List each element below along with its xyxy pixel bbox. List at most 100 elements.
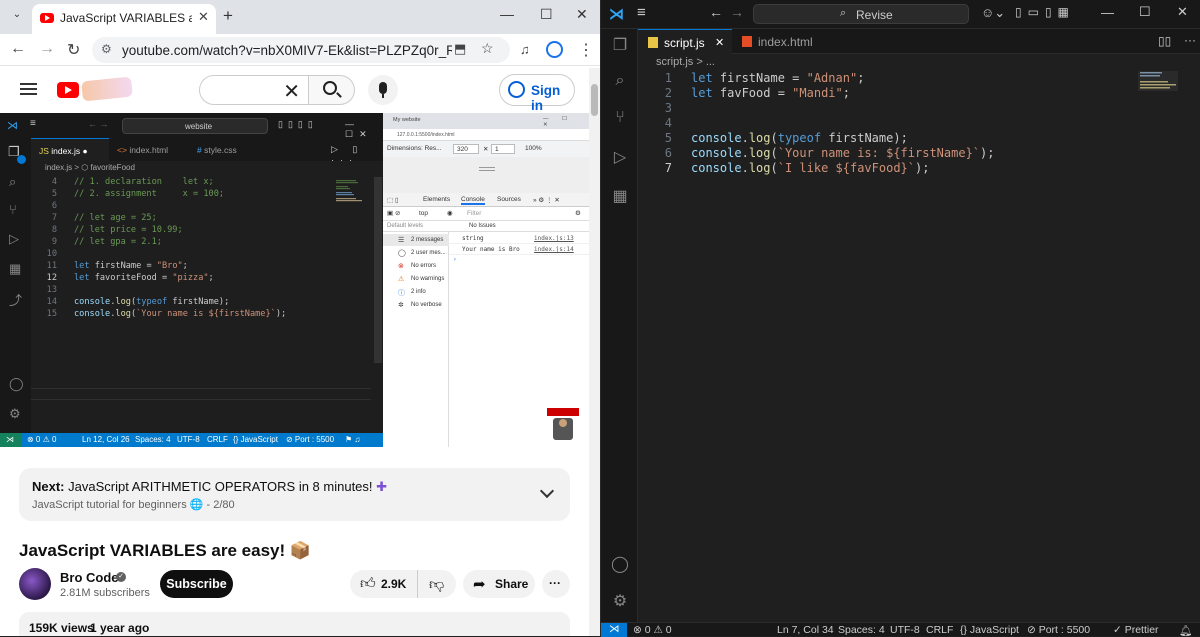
address-bar[interactable]: ⚙ youtube.com/watch?v=nbX0MIV7-Ek&list=P… (92, 37, 510, 63)
inner-chrome-address: 127.0.0.1:5500/index.html (383, 129, 589, 141)
youtube-logo[interactable] (57, 82, 79, 98)
inner-activity-bar: ❐ ⌕ ⑂ ▷ ▦ ⤴ ◯ ⚙ (0, 138, 31, 433)
inner-debug-icon: ▷ (9, 231, 19, 246)
nav-forward-icon[interactable]: → (730, 4, 744, 20)
maximize-icon[interactable]: ☐ (540, 6, 553, 23)
status-port[interactable]: ⊘ Port : 5500 (1027, 624, 1090, 636)
menu-icon[interactable]: ≡ (637, 4, 646, 21)
tab-label: script.js (664, 36, 705, 50)
back-icon[interactable]: ← (10, 40, 26, 58)
like-button[interactable]: 👍︎ 2.9K (350, 570, 418, 598)
menu-kebab-icon[interactable]: ⋮ (578, 40, 594, 60)
inner-vscode-logo-icon: ⋊ (7, 120, 18, 132)
media-controls-icon[interactable]: ♫ (520, 42, 530, 57)
status-eol[interactable]: CRLF (926, 624, 953, 636)
subscriber-count: 2.81M subscribers (60, 587, 150, 599)
sign-in-button[interactable]: Sign in (499, 74, 575, 113)
bookmark-star-icon[interactable]: ☆ (481, 40, 494, 57)
gear-icon[interactable]: ⚙ (610, 591, 630, 611)
explorer-icon[interactable]: ❐ (610, 35, 630, 55)
site-info-icon[interactable]: ⚙ (101, 42, 112, 56)
forward-icon[interactable]: → (39, 40, 55, 58)
search-button[interactable] (309, 75, 355, 105)
status-indentation[interactable]: Spaces: 4 (838, 624, 885, 636)
maximize-icon[interactable]: ☐ (1139, 4, 1151, 20)
inner-console-clear-icon: ▣ ⊘ (387, 210, 401, 217)
browser-tab-active[interactable]: JavaScript VARIABLES are e ✕ (32, 4, 216, 34)
search-view-icon[interactable]: ⌕ (610, 72, 630, 92)
breadcrumb[interactable]: script.js > ... (638, 56, 715, 68)
minimize-icon[interactable]: — (500, 6, 514, 22)
inner-height-box: 1 (491, 144, 515, 154)
status-prettier[interactable]: ✓ Prettier (1113, 624, 1159, 636)
more-actions-button[interactable]: ··· (542, 570, 570, 598)
status-encoding[interactable]: UTF-8 (890, 624, 920, 636)
status-cursor-position[interactable]: Ln 7, Col 34 (777, 624, 834, 636)
inner-tab-index-js: JS index.js ● (31, 138, 109, 161)
code-line: 2 let favFood = "Mandi"; (664, 86, 850, 100)
description-box[interactable]: 159K views 1 year ago (19, 612, 570, 636)
video-title: JavaScript VARIABLES are easy! 📦 (19, 541, 312, 560)
nav-back-icon[interactable]: ← (709, 4, 723, 20)
tab-search-button[interactable]: ⌄ (9, 9, 25, 25)
channel-name[interactable]: Bro Code (60, 570, 119, 585)
inner-inspect-icon: ⬚ ▯ (387, 197, 399, 204)
subscribe-button[interactable]: Subscribe (160, 570, 233, 598)
new-tab-button[interactable]: + (223, 6, 233, 26)
source-control-icon[interactable]: ⑂ (610, 109, 630, 129)
more-actions-icon[interactable]: ··· (1184, 33, 1196, 47)
profile-icon[interactable] (546, 41, 563, 58)
dislike-button[interactable]: 👎︎ (418, 570, 456, 598)
run-debug-icon[interactable]: ▷ (610, 147, 630, 167)
inner-editor-tabs: JS index.js ● <> index.html # style.css … (31, 138, 383, 165)
youtube-header: ✕ Sign in (0, 67, 600, 113)
layout-controls-icons[interactable]: ▯▭▯▦ (1015, 5, 1075, 19)
inner-extensions-icon: ▦ (9, 261, 22, 276)
inner-scm-icon: ⑂ (9, 202, 17, 217)
code-line: 7 console.log(`I like ${favFood}`); (664, 161, 930, 175)
up-next-label: Next: (32, 479, 65, 494)
close-tab-icon[interactable]: ✕ (198, 9, 209, 25)
playlist-name: JavaScript tutorial for beginners (32, 499, 187, 511)
clear-search-icon[interactable]: ✕ (283, 79, 300, 104)
command-center-search[interactable]: ⌕ Revise (753, 4, 969, 24)
status-language[interactable]: {} JavaScript (960, 624, 1019, 636)
remote-indicator[interactable]: ⋊ (601, 623, 627, 637)
split-editor-icon[interactable]: ▯▯ (1158, 34, 1171, 48)
copilot-icon[interactable]: ☺⌄ (981, 5, 1005, 21)
search-input[interactable]: ✕ (199, 75, 309, 105)
scrollbar-thumb[interactable] (591, 84, 598, 116)
close-window-icon[interactable]: ✕ (576, 6, 588, 23)
inner-code-line: 15 console.log(`Your name is ${firstName}… (46, 309, 287, 319)
globe-icon: 🌐 (189, 499, 204, 511)
account-icon[interactable]: ◯ (610, 554, 630, 574)
code-editor[interactable]: 1 let firstName = "Adnan"; 2 let favFood =… (638, 71, 1148, 611)
notifications-bell-icon[interactable]: 🔔︎ (1179, 624, 1192, 637)
close-tab-icon[interactable]: ✕ (715, 36, 724, 49)
voice-search-button[interactable] (368, 75, 398, 105)
reload-icon[interactable]: ↻ (67, 40, 80, 60)
page-scrollbar[interactable] (589, 68, 600, 636)
tab-index-html[interactable]: index.html (732, 29, 836, 54)
status-problems[interactable]: ⊗ 0 ⚠ 0 (633, 624, 672, 636)
inner-status-position: Ln 12, Col 26 (82, 435, 130, 444)
video-player[interactable]: ⋊ ≡ ← → website ▯▯▯▯ —☐✕ ❐ ⌕ ⑂ ▷ ▦ ⤴ ◯ ⚙… (0, 113, 589, 447)
install-app-icon[interactable]: ⬒ (454, 41, 466, 57)
account-icon (508, 81, 525, 98)
code-line: 5 console.log(typeof firstName); (664, 131, 908, 145)
share-button[interactable]: ➦ Share (463, 570, 535, 598)
close-window-icon[interactable]: ✕ (1177, 4, 1188, 20)
inner-eye-icon: ◉ (447, 210, 453, 217)
guide-menu-icon[interactable] (20, 83, 37, 85)
chevron-down-icon[interactable] (539, 483, 555, 499)
up-next-card[interactable]: Next: JavaScript ARITHMETIC OPERATORS in… (19, 468, 570, 521)
channel-avatar[interactable] (19, 568, 51, 600)
extensions-icon[interactable]: ▦ (610, 186, 630, 206)
inner-sidebar-item: ✲ No verbose (398, 302, 442, 309)
inner-status-bar: ⋊ ⊗ 0 ⚠ 0 Ln 12, Col 26 Spaces: 4 UTF-8 … (0, 433, 383, 447)
tab-script-js[interactable]: script.js ✕ (638, 29, 732, 54)
js-file-icon (648, 37, 658, 48)
doodle-logo-icon (81, 76, 133, 102)
minimize-icon[interactable]: — (1101, 5, 1114, 20)
share-icon: ➦ (473, 576, 486, 593)
